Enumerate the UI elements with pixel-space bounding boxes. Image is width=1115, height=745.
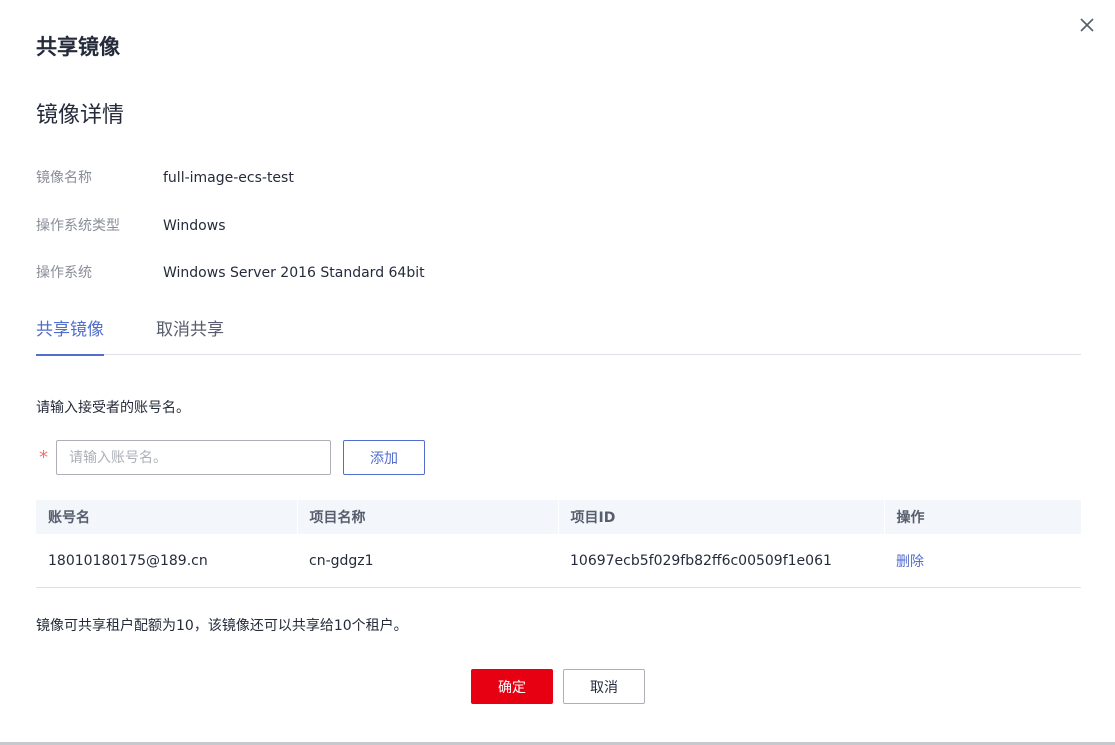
os-type-value: Windows bbox=[163, 218, 226, 234]
account-hint: 请输入接受者的账号名。 bbox=[36, 400, 190, 416]
os-type-label: 操作系统类型 bbox=[36, 218, 120, 234]
cell-project-id: 10697ecb5f029fb82ff6c00509f1e061 bbox=[558, 534, 884, 588]
os-label: 操作系统 bbox=[36, 265, 92, 281]
cancel-button[interactable]: 取消 bbox=[563, 669, 645, 704]
tab-share-image[interactable]: 共享镜像 bbox=[36, 318, 104, 356]
image-name-value: full-image-ecs-test bbox=[163, 170, 294, 186]
column-header-project-id: 项目ID bbox=[558, 500, 885, 534]
cell-project-name: cn-gdgz1 bbox=[297, 534, 558, 588]
quota-note: 镜像可共享租户配额为10，该镜像还可以共享给10个租户。 bbox=[36, 618, 408, 634]
column-header-account: 账号名 bbox=[36, 500, 298, 534]
tab-cancel-share[interactable]: 取消共享 bbox=[156, 318, 224, 354]
add-button[interactable]: 添加 bbox=[343, 440, 425, 475]
share-image-dialog: 共享镜像 镜像详情 镜像名称 full-image-ecs-test 操作系统类… bbox=[0, 0, 1115, 745]
dialog-title: 共享镜像 bbox=[36, 35, 120, 59]
column-header-action: 操作 bbox=[884, 500, 1081, 534]
required-mark: * bbox=[39, 447, 48, 468]
delete-link[interactable]: 删除 bbox=[896, 554, 924, 570]
image-name-label: 镜像名称 bbox=[36, 170, 92, 186]
table-header-row: 账号名 项目名称 项目ID 操作 bbox=[36, 500, 1081, 534]
account-name-input[interactable] bbox=[56, 440, 331, 475]
column-header-project-name: 项目名称 bbox=[297, 500, 559, 534]
shared-accounts-table: 账号名 项目名称 项目ID 操作 18010180175@189.cn cn-g… bbox=[36, 500, 1081, 588]
confirm-button[interactable]: 确定 bbox=[471, 669, 553, 704]
cell-account: 18010180175@189.cn bbox=[36, 534, 297, 588]
cell-action: 删除 bbox=[884, 534, 1081, 588]
close-icon bbox=[1080, 18, 1094, 32]
share-tabs: 共享镜像 取消共享 bbox=[36, 310, 1081, 356]
table-row: 18010180175@189.cn cn-gdgz1 10697ecb5f02… bbox=[36, 534, 1081, 588]
close-button[interactable] bbox=[1076, 14, 1098, 36]
os-value: Windows Server 2016 Standard 64bit bbox=[163, 265, 425, 281]
details-section-title: 镜像详情 bbox=[36, 103, 125, 128]
